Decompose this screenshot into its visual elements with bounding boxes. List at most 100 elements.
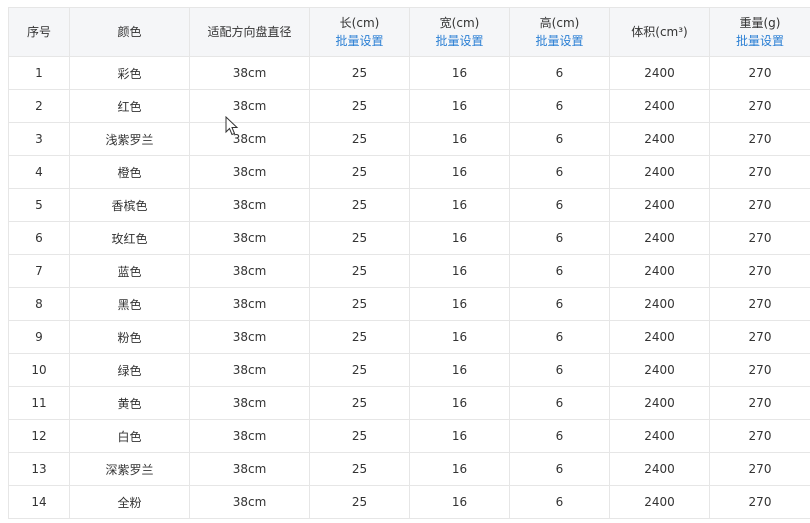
cell-weight[interactable]: 270	[709, 155, 810, 189]
cell-height[interactable]: 6	[509, 221, 610, 255]
cell-length[interactable]: 25	[309, 419, 410, 453]
cell-height[interactable]: 6	[509, 386, 610, 420]
cell-height[interactable]: 6	[509, 485, 610, 519]
cell-weight[interactable]: 270	[709, 320, 810, 354]
cell-width[interactable]: 16	[409, 254, 510, 288]
cell-weight[interactable]: 270	[709, 221, 810, 255]
header-length: 长(cm) 批量设置	[309, 7, 410, 57]
cell-length[interactable]: 25	[309, 56, 410, 90]
cell-height[interactable]: 6	[509, 254, 610, 288]
cell-volume: 2400	[609, 287, 710, 321]
cell-length[interactable]: 25	[309, 485, 410, 519]
cell-wheel-diameter: 38cm	[189, 89, 310, 123]
table-row: 14 全粉 38cm 25 16 6 2400 270	[8, 485, 810, 519]
cell-color: 彩色	[69, 56, 190, 90]
cell-height[interactable]: 6	[509, 155, 610, 189]
cell-length[interactable]: 25	[309, 320, 410, 354]
cell-height[interactable]: 6	[509, 320, 610, 354]
cell-width[interactable]: 16	[409, 287, 510, 321]
cell-wheel-diameter: 38cm	[189, 122, 310, 156]
cell-height[interactable]: 6	[509, 287, 610, 321]
header-volume: 体积(cm³)	[609, 7, 710, 57]
cell-volume: 2400	[609, 221, 710, 255]
header-width: 宽(cm) 批量设置	[409, 7, 510, 57]
cell-weight[interactable]: 270	[709, 89, 810, 123]
cell-width[interactable]: 16	[409, 221, 510, 255]
cell-color: 玫红色	[69, 221, 190, 255]
cell-color: 红色	[69, 89, 190, 123]
cell-width[interactable]: 16	[409, 485, 510, 519]
cell-wheel-diameter: 38cm	[189, 386, 310, 420]
cell-wheel-diameter: 38cm	[189, 419, 310, 453]
table-header: 序号 颜色 适配方向盘直径 长(cm) 批量设置 宽(cm) 批量设置 高(cm…	[8, 7, 810, 57]
cell-length[interactable]: 25	[309, 452, 410, 486]
cell-length[interactable]: 25	[309, 353, 410, 387]
cell-wheel-diameter: 38cm	[189, 452, 310, 486]
cell-weight[interactable]: 270	[709, 122, 810, 156]
cell-height[interactable]: 6	[509, 56, 610, 90]
table-row: 3 浅紫罗兰 38cm 25 16 6 2400 270	[8, 122, 810, 156]
cell-width[interactable]: 16	[409, 386, 510, 420]
cell-height[interactable]: 6	[509, 452, 610, 486]
cell-volume: 2400	[609, 320, 710, 354]
cell-width[interactable]: 16	[409, 188, 510, 222]
cell-color: 粉色	[69, 320, 190, 354]
cell-length[interactable]: 25	[309, 386, 410, 420]
cell-color: 黑色	[69, 287, 190, 321]
cell-length[interactable]: 25	[309, 287, 410, 321]
cell-width[interactable]: 16	[409, 353, 510, 387]
cell-wheel-diameter: 38cm	[189, 485, 310, 519]
cell-height[interactable]: 6	[509, 188, 610, 222]
cell-height[interactable]: 6	[509, 122, 610, 156]
cell-weight[interactable]: 270	[709, 386, 810, 420]
cell-index: 8	[8, 287, 70, 321]
cell-wheel-diameter: 38cm	[189, 287, 310, 321]
cell-volume: 2400	[609, 485, 710, 519]
cell-width[interactable]: 16	[409, 320, 510, 354]
cell-width[interactable]: 16	[409, 122, 510, 156]
cell-height[interactable]: 6	[509, 89, 610, 123]
sku-spec-table: 序号 颜色 适配方向盘直径 长(cm) 批量设置 宽(cm) 批量设置 高(cm…	[8, 7, 810, 519]
cell-width[interactable]: 16	[409, 419, 510, 453]
header-weight: 重量(g) 批量设置	[709, 7, 810, 57]
cell-length[interactable]: 25	[309, 122, 410, 156]
table-row: 1 彩色 38cm 25 16 6 2400 270	[8, 56, 810, 90]
cell-index: 1	[8, 56, 70, 90]
cell-weight[interactable]: 270	[709, 485, 810, 519]
table-row: 10 绿色 38cm 25 16 6 2400 270	[8, 353, 810, 387]
cell-weight[interactable]: 270	[709, 452, 810, 486]
cell-index: 11	[8, 386, 70, 420]
cell-volume: 2400	[609, 89, 710, 123]
cell-width[interactable]: 16	[409, 452, 510, 486]
cell-weight[interactable]: 270	[709, 188, 810, 222]
table-row: 9 粉色 38cm 25 16 6 2400 270	[8, 320, 810, 354]
cell-weight[interactable]: 270	[709, 419, 810, 453]
cell-volume: 2400	[609, 188, 710, 222]
batch-set-width-link[interactable]: 批量设置	[411, 32, 509, 50]
cell-length[interactable]: 25	[309, 221, 410, 255]
cell-width[interactable]: 16	[409, 56, 510, 90]
cell-height[interactable]: 6	[509, 419, 610, 453]
cell-length[interactable]: 25	[309, 89, 410, 123]
cell-weight[interactable]: 270	[709, 56, 810, 90]
cell-length[interactable]: 25	[309, 254, 410, 288]
cell-width[interactable]: 16	[409, 155, 510, 189]
cell-length[interactable]: 25	[309, 188, 410, 222]
batch-set-weight-link[interactable]: 批量设置	[711, 32, 810, 50]
header-length-label: 长(cm)	[339, 16, 380, 30]
batch-set-length-link[interactable]: 批量设置	[311, 32, 409, 50]
cell-length[interactable]: 25	[309, 155, 410, 189]
table-row: 11 黄色 38cm 25 16 6 2400 270	[8, 386, 810, 420]
batch-set-height-link[interactable]: 批量设置	[511, 32, 609, 50]
table-row: 12 白色 38cm 25 16 6 2400 270	[8, 419, 810, 453]
cell-height[interactable]: 6	[509, 353, 610, 387]
cell-color: 香槟色	[69, 188, 190, 222]
table-row: 4 橙色 38cm 25 16 6 2400 270	[8, 155, 810, 189]
cell-volume: 2400	[609, 452, 710, 486]
cell-width[interactable]: 16	[409, 89, 510, 123]
cell-color: 全粉	[69, 485, 190, 519]
cell-weight[interactable]: 270	[709, 353, 810, 387]
cell-color: 浅紫罗兰	[69, 122, 190, 156]
cell-weight[interactable]: 270	[709, 254, 810, 288]
cell-weight[interactable]: 270	[709, 287, 810, 321]
